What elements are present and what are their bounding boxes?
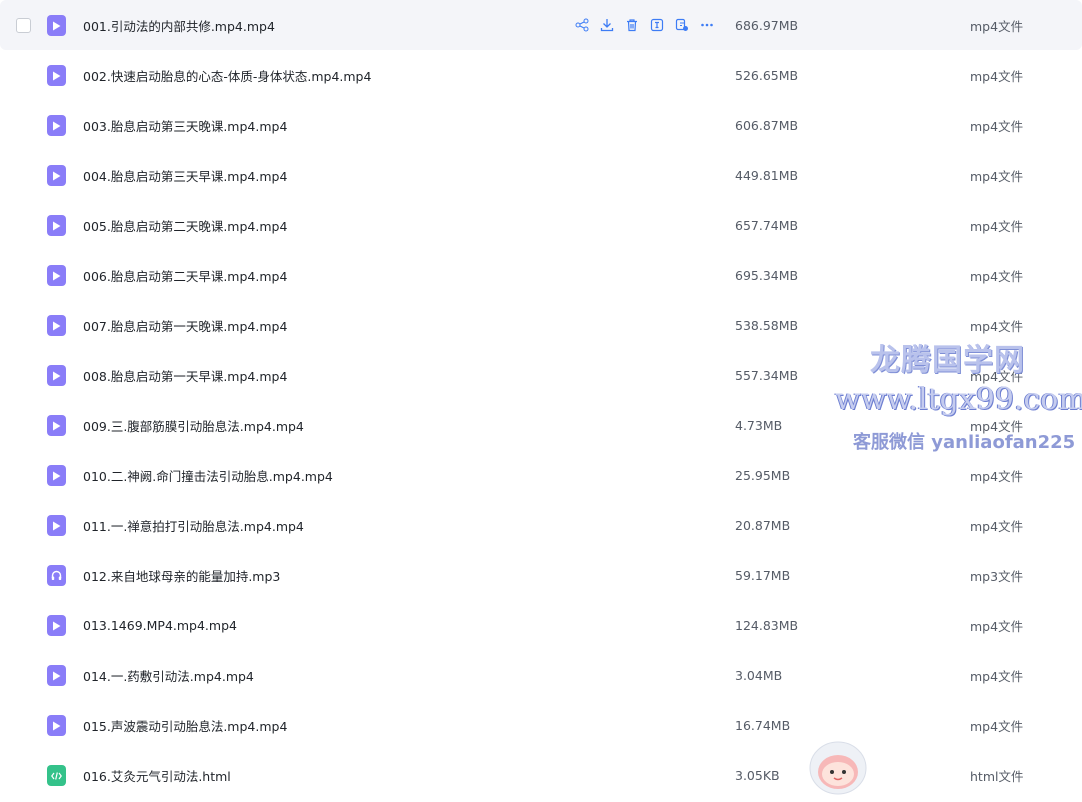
file-type: mp4文件 (970, 718, 1024, 734)
video-file-icon (47, 665, 66, 686)
assistant-mascot-icon[interactable] (805, 738, 871, 798)
file-row[interactable]: 005.胎息启动第二天晚课.mp4.mp4 657.74MB mp4文件 (0, 200, 1082, 250)
file-type: mp4文件 (970, 118, 1024, 134)
file-type: mp4文件 (970, 468, 1024, 484)
file-type: mp3文件 (970, 568, 1024, 584)
video-file-icon (47, 265, 66, 286)
file-row[interactable]: 003.胎息启动第三天晚课.mp4.mp4 606.87MB mp4文件 (0, 100, 1082, 150)
file-size: 124.83MB (735, 617, 799, 633)
audio-file-icon (47, 565, 66, 586)
download-icon[interactable] (599, 17, 615, 33)
file-size: 3.05KB (735, 767, 780, 783)
file-size: 606.87MB (735, 117, 799, 133)
file-type: html文件 (970, 768, 1024, 784)
file-row[interactable]: 001.引动法的内部共修.mp4.mp4 686.97MB mp4文件 (0, 0, 1082, 50)
file-row[interactable]: 014.一.药敷引动法.mp4.mp4 3.04MB mp4文件 (0, 650, 1082, 700)
more-icon[interactable] (699, 17, 715, 33)
file-size: 657.74MB (735, 217, 799, 233)
file-type: mp4文件 (970, 168, 1024, 184)
video-file-icon (47, 515, 66, 536)
video-file-icon (47, 215, 66, 236)
file-type: mp4文件 (970, 218, 1024, 234)
file-size: 16.74MB (735, 717, 791, 733)
file-name[interactable]: 006.胎息启动第二天早课.mp4.mp4 (83, 266, 287, 285)
row-checkbox[interactable] (16, 17, 31, 33)
file-row[interactable]: 006.胎息启动第二天早课.mp4.mp4 695.34MB mp4文件 (0, 250, 1082, 300)
file-row[interactable]: 015.声波震动引动胎息法.mp4.mp4 16.74MB mp4文件 (0, 700, 1082, 750)
file-size: 3.04MB (735, 667, 783, 683)
file-name[interactable]: 005.胎息启动第二天晚课.mp4.mp4 (83, 216, 287, 235)
file-size: 25.95MB (735, 467, 791, 483)
file-type: mp4文件 (970, 618, 1024, 634)
file-name[interactable]: 008.胎息启动第一天早课.mp4.mp4 (83, 366, 287, 385)
file-size: 557.34MB (735, 367, 799, 383)
file-row[interactable]: 011.一.禅意拍打引动胎息法.mp4.mp4 20.87MB mp4文件 (0, 500, 1082, 550)
file-row[interactable]: 008.胎息启动第一天早课.mp4.mp4 557.34MB mp4文件 (0, 350, 1082, 400)
file-type: mp4文件 (970, 418, 1024, 434)
video-file-icon (47, 15, 66, 36)
row-actions (574, 17, 715, 33)
file-name[interactable]: 016.艾灸元气引动法.html (83, 766, 231, 785)
file-type: mp4文件 (970, 268, 1024, 284)
file-list: 001.引动法的内部共修.mp4.mp4 686.97MB mp4文件 002.快速启… (0, 0, 1082, 800)
video-file-icon (47, 715, 66, 736)
file-size: 4.73MB (735, 417, 783, 433)
file-name[interactable]: 013.1469.MP4.mp4.mp4 (83, 618, 237, 633)
file-type: mp4文件 (970, 518, 1024, 534)
copy-icon[interactable] (674, 17, 690, 33)
file-row[interactable]: 016.艾灸元气引动法.html 3.05KB html文件 (0, 750, 1082, 800)
file-name[interactable]: 015.声波震动引动胎息法.mp4.mp4 (83, 716, 287, 735)
file-row[interactable]: 010.二.神阙.命门撞击法引动胎息.mp4.mp4 25.95MB mp4文件 (0, 450, 1082, 500)
file-type: mp4文件 (970, 68, 1024, 84)
file-row[interactable]: 004.胎息启动第三天早课.mp4.mp4 449.81MB mp4文件 (0, 150, 1082, 200)
video-file-icon (47, 615, 66, 636)
video-file-icon (47, 465, 66, 486)
rename-icon[interactable] (649, 17, 665, 33)
file-name[interactable]: 002.快速启动胎息的心态-体质-身体状态.mp4.mp4 (83, 66, 371, 85)
html-file-icon (47, 765, 66, 786)
file-name[interactable]: 003.胎息启动第三天晚课.mp4.mp4 (83, 116, 287, 135)
file-size: 695.34MB (735, 267, 799, 283)
file-name[interactable]: 010.二.神阙.命门撞击法引动胎息.mp4.mp4 (83, 466, 333, 485)
file-size: 526.65MB (735, 67, 799, 83)
file-row[interactable]: 013.1469.MP4.mp4.mp4 124.83MB mp4文件 (0, 600, 1082, 650)
file-row[interactable]: 007.胎息启动第一天晚课.mp4.mp4 538.58MB mp4文件 (0, 300, 1082, 350)
file-size: 538.58MB (735, 317, 799, 333)
file-type: mp4文件 (970, 318, 1024, 334)
video-file-icon (47, 165, 66, 186)
delete-icon[interactable] (624, 17, 640, 33)
video-file-icon (47, 315, 66, 336)
file-size: 449.81MB (735, 167, 799, 183)
video-file-icon (47, 65, 66, 86)
file-name[interactable]: 004.胎息启动第三天早课.mp4.mp4 (83, 166, 287, 185)
file-name[interactable]: 012.来自地球母亲的能量加持.mp3 (83, 566, 280, 585)
share-icon[interactable] (574, 17, 590, 33)
file-row[interactable]: 002.快速启动胎息的心态-体质-身体状态.mp4.mp4 526.65MB mp4… (0, 50, 1082, 100)
file-name[interactable]: 007.胎息启动第一天晚课.mp4.mp4 (83, 316, 287, 335)
file-row[interactable]: 009.三.腹部筋膜引动胎息法.mp4.mp4 4.73MB mp4文件 (0, 400, 1082, 450)
file-size: 686.97MB (735, 17, 799, 33)
video-file-icon (47, 115, 66, 136)
video-file-icon (47, 365, 66, 386)
file-row[interactable]: 012.来自地球母亲的能量加持.mp3 59.17MB mp3文件 (0, 550, 1082, 600)
file-name[interactable]: 011.一.禅意拍打引动胎息法.mp4.mp4 (83, 516, 304, 535)
video-file-icon (47, 415, 66, 436)
file-type: mp4文件 (970, 368, 1024, 384)
file-name[interactable]: 009.三.腹部筋膜引动胎息法.mp4.mp4 (83, 416, 304, 435)
file-name[interactable]: 014.一.药敷引动法.mp4.mp4 (83, 666, 254, 685)
file-name[interactable]: 001.引动法的内部共修.mp4.mp4 (83, 16, 275, 35)
file-size: 20.87MB (735, 517, 791, 533)
file-size: 59.17MB (735, 567, 791, 583)
file-type: mp4文件 (970, 18, 1024, 34)
file-type: mp4文件 (970, 668, 1024, 684)
